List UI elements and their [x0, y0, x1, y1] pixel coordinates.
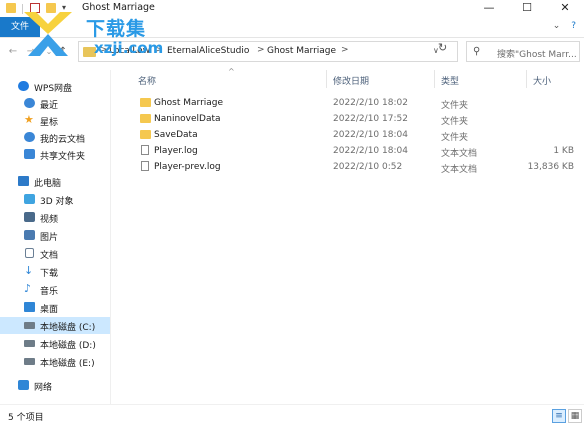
file-size: 1 KB [553, 146, 574, 156]
large-icons-view-icon[interactable]: ▦ [568, 409, 582, 423]
desktop-icon [24, 302, 35, 312]
file-date: 2022/2/10 18:04 [333, 130, 408, 140]
help-icon[interactable]: ? [571, 21, 576, 31]
file-row[interactable]: Ghost Marriage 2022/2/10 18:02 文件夹 [134, 95, 584, 111]
watermark-logo-icon [24, 12, 72, 56]
search-input[interactable]: 搜索"Ghost Marr... [497, 47, 579, 60]
nav-item-music[interactable]: ♪ 音乐 [0, 281, 110, 298]
watermark-cn: 下载集 [86, 18, 147, 40]
drive-c-icon [24, 322, 35, 329]
documents-icon [25, 248, 34, 258]
search-icon: ⚲ [473, 46, 481, 57]
file-row[interactable]: SaveData 2022/2/10 18:04 文件夹 [134, 127, 584, 143]
close-button[interactable]: ✕ [546, 0, 584, 17]
file-size: 13,836 KB [527, 162, 574, 172]
star-icon: ★ [24, 113, 34, 126]
column-divider[interactable] [434, 70, 435, 88]
file-name: NaninovelData [154, 114, 221, 124]
drive-icon [24, 340, 35, 347]
file-row[interactable]: Player.log 2022/2/10 18:04 文本文档 1 KB [134, 143, 584, 159]
cube-icon [24, 194, 35, 204]
item-count: 5 个项目 [8, 413, 44, 423]
file-name: SaveData [154, 130, 198, 140]
music-icon: ♪ [24, 282, 32, 295]
nav-item-desktop[interactable]: 桌面 [0, 299, 110, 316]
nav-item-drive-c[interactable]: 本地磁盘 (C:) [0, 317, 110, 334]
shared-folder-icon [24, 149, 35, 159]
nav-item-pictures[interactable]: 图片 [0, 227, 110, 244]
breadcrumb-eternalalicestudio[interactable]: EternalAliceStudio [167, 46, 249, 56]
nav-item-network[interactable]: 网络 [0, 377, 110, 394]
column-date[interactable]: 修改日期 [333, 74, 369, 87]
nav-item-drive-e[interactable]: 本地磁盘 (E:) [0, 353, 110, 370]
details-view-icon[interactable]: ≡ [552, 409, 566, 423]
minimize-button[interactable]: — [470, 0, 508, 17]
video-icon [24, 212, 35, 222]
text-file-icon [141, 161, 149, 171]
nav-item-recent[interactable]: 最近 [0, 95, 110, 112]
status-bar: 5 个项目 ≡ ▦ [0, 404, 584, 427]
nav-item-videos[interactable]: 视频 [0, 209, 110, 226]
column-divider[interactable] [326, 70, 327, 88]
watermark: 下载集 xzji.com [14, 8, 164, 60]
text-file-icon [141, 145, 149, 155]
search-box[interactable]: ⚲ 搜索"Ghost Marr... [466, 41, 580, 62]
nav-item-downloads[interactable]: ↓ 下载 [0, 263, 110, 280]
breadcrumb-separator[interactable]: > [341, 45, 349, 55]
nav-item-cloud-docs[interactable]: 我的云文档 [0, 129, 110, 146]
file-date: 2022/2/10 18:02 [333, 98, 408, 108]
navigation-pane: WPS网盘 最近 ★ 星标 我的云文档 共享文件夹 此电脑 3D 对象 视频 图… [0, 70, 110, 404]
folder-icon [140, 98, 151, 107]
file-type: 文件夹 [441, 133, 469, 143]
column-divider[interactable] [526, 70, 527, 88]
download-icon: ↓ [24, 264, 34, 277]
file-type: 文本文档 [441, 165, 478, 175]
file-row[interactable]: Player-prev.log 2022/2/10 0:52 文本文档 13,8… [134, 159, 584, 175]
nav-item-starred[interactable]: ★ 星标 [0, 112, 110, 129]
file-date: 2022/2/10 18:04 [333, 146, 408, 156]
pictures-icon [24, 230, 35, 240]
watermark-en: xzji.com [94, 39, 164, 57]
cloud-icon [18, 81, 29, 91]
column-header: ^ 名称 修改日期 类型 大小 [120, 67, 584, 88]
nav-item-wps-drive[interactable]: WPS网盘 [0, 78, 110, 95]
refresh-icon[interactable]: ↻ [438, 41, 447, 54]
folder-icon [140, 130, 151, 139]
network-icon [18, 380, 29, 390]
file-name: Ghost Marriage [154, 98, 224, 108]
file-date: 2022/2/10 17:52 [333, 114, 408, 124]
file-name: Player-prev.log [154, 162, 221, 172]
nav-item-drive-d[interactable]: 本地磁盘 (D:) [0, 335, 110, 352]
sort-ascending-icon: ^ [228, 67, 235, 76]
breadcrumb-ghost-marriage[interactable]: Ghost Marriage [267, 46, 336, 56]
file-date: 2022/2/10 0:52 [333, 162, 403, 172]
file-name: Player.log [154, 146, 198, 156]
clock-icon [24, 98, 35, 108]
cloud-doc-icon [24, 132, 35, 142]
file-row[interactable]: NaninovelData 2022/2/10 17:52 文件夹 [134, 111, 584, 127]
nav-item-3d-objects[interactable]: 3D 对象 [0, 191, 110, 208]
breadcrumb-separator[interactable]: > [257, 45, 265, 55]
folder-icon [140, 114, 151, 123]
column-size[interactable]: 大小 [533, 74, 551, 87]
nav-item-shared-folder[interactable]: 共享文件夹 [0, 146, 110, 163]
nav-item-this-pc[interactable]: 此电脑 [0, 173, 110, 190]
column-name[interactable]: 名称 [138, 74, 156, 87]
file-list: ^ 名称 修改日期 类型 大小 Ghost Marriage 2022/2/10… [120, 67, 584, 404]
file-type: 文件夹 [441, 101, 469, 111]
chevron-down-icon[interactable]: ⌄ [553, 21, 561, 31]
maximize-button[interactable]: ☐ [508, 0, 546, 17]
ribbon-controls: ⌄ ? [553, 21, 576, 31]
nav-item-documents[interactable]: 文档 [0, 245, 110, 262]
drive-icon [24, 358, 35, 365]
column-type[interactable]: 类型 [441, 74, 459, 87]
file-type: 文件夹 [441, 117, 469, 127]
computer-icon [18, 176, 29, 186]
file-type: 文本文档 [441, 149, 478, 159]
